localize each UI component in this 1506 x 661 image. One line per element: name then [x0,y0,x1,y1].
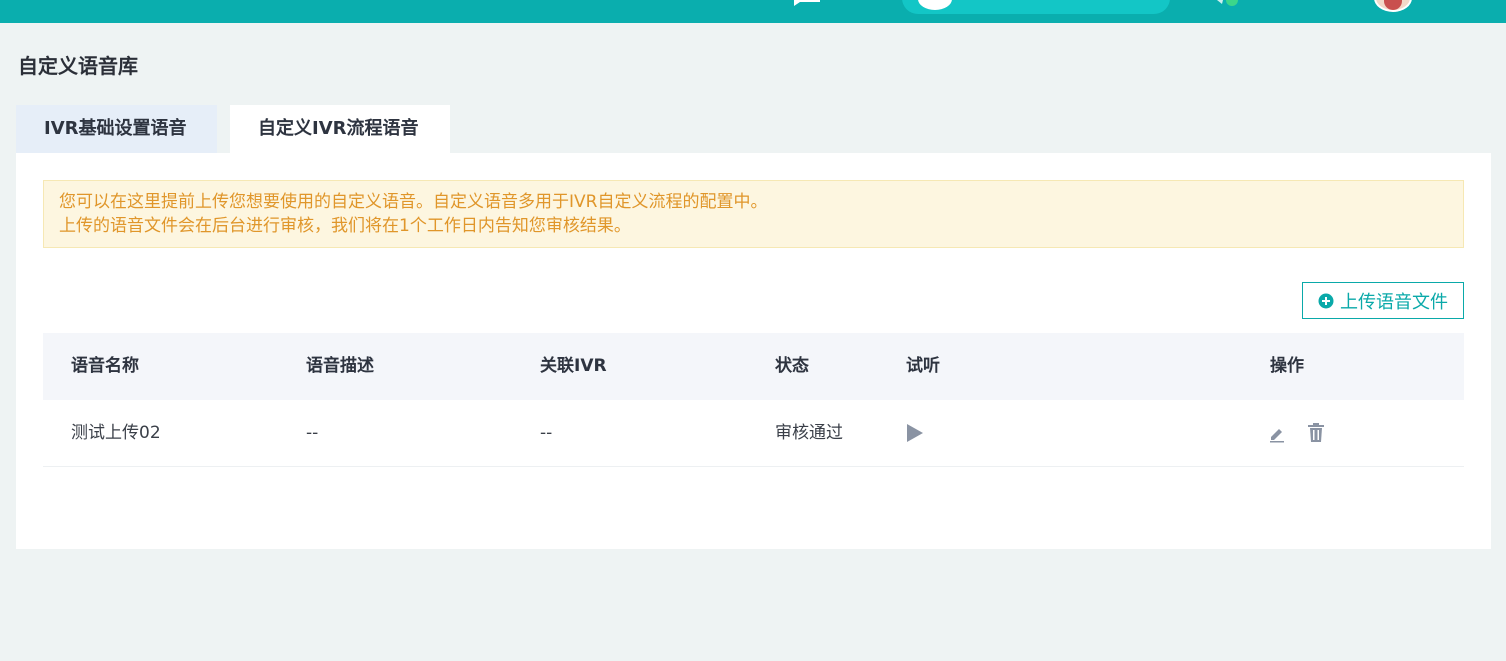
notice-line-2: 上传的语音文件会在后台进行审核，我们将在1个工作日内告知您审核结果。 [59,216,631,236]
cell-ivr: -- [540,423,553,443]
page-title: 自定义语音库 [18,54,138,78]
cell-name: 测试上传02 [71,423,161,443]
plus-circle-icon [1318,293,1334,308]
column-header-actions: 操作 [1270,356,1304,376]
table-row: 测试上传02 -- -- 审核通过 [43,400,1464,467]
notice-line-1: 您可以在这里提前上传您想要使用的自定义语音。自定义语音多用于IVR自定义流程的配… [59,192,768,212]
delete-icon[interactable] [1307,423,1325,443]
tab-custom-ivr-flow-voice[interactable]: 自定义IVR流程语音 [230,105,450,153]
upload-voice-file-button[interactable]: 上传语音文件 [1302,282,1464,319]
chat-icon[interactable] [792,0,822,6]
search-icon [918,0,952,10]
avatar[interactable] [1374,0,1412,12]
voice-table: 语音名称 语音描述 关联IVR 状态 试听 操作 测试上传02 -- -- 审核… [43,333,1464,467]
play-icon[interactable] [906,423,924,443]
column-header-description: 语音描述 [306,356,374,376]
column-header-preview: 试听 [906,356,940,376]
notification-icon[interactable] [1212,0,1242,8]
edit-icon[interactable] [1268,425,1286,443]
column-header-status: 状态 [775,356,809,376]
cell-status: 审核通过 [775,423,843,443]
content-panel: 您可以在这里提前上传您想要使用的自定义语音。自定义语音多用于IVR自定义流程的配… [16,153,1491,549]
column-header-name: 语音名称 [71,356,139,376]
tab-ivr-basic-voice[interactable]: IVR基础设置语音 [16,105,217,153]
top-navigation-bar [0,0,1506,23]
table-header: 语音名称 语音描述 关联IVR 状态 试听 操作 [43,333,1464,400]
column-header-ivr: 关联IVR [540,356,607,376]
cell-description: -- [306,423,319,443]
upload-button-label: 上传语音文件 [1340,291,1448,313]
tab-bar: IVR基础设置语音 自定义IVR流程语音 [16,105,450,153]
search-bar[interactable] [902,0,1170,14]
info-notice: 您可以在这里提前上传您想要使用的自定义语音。自定义语音多用于IVR自定义流程的配… [43,180,1464,248]
